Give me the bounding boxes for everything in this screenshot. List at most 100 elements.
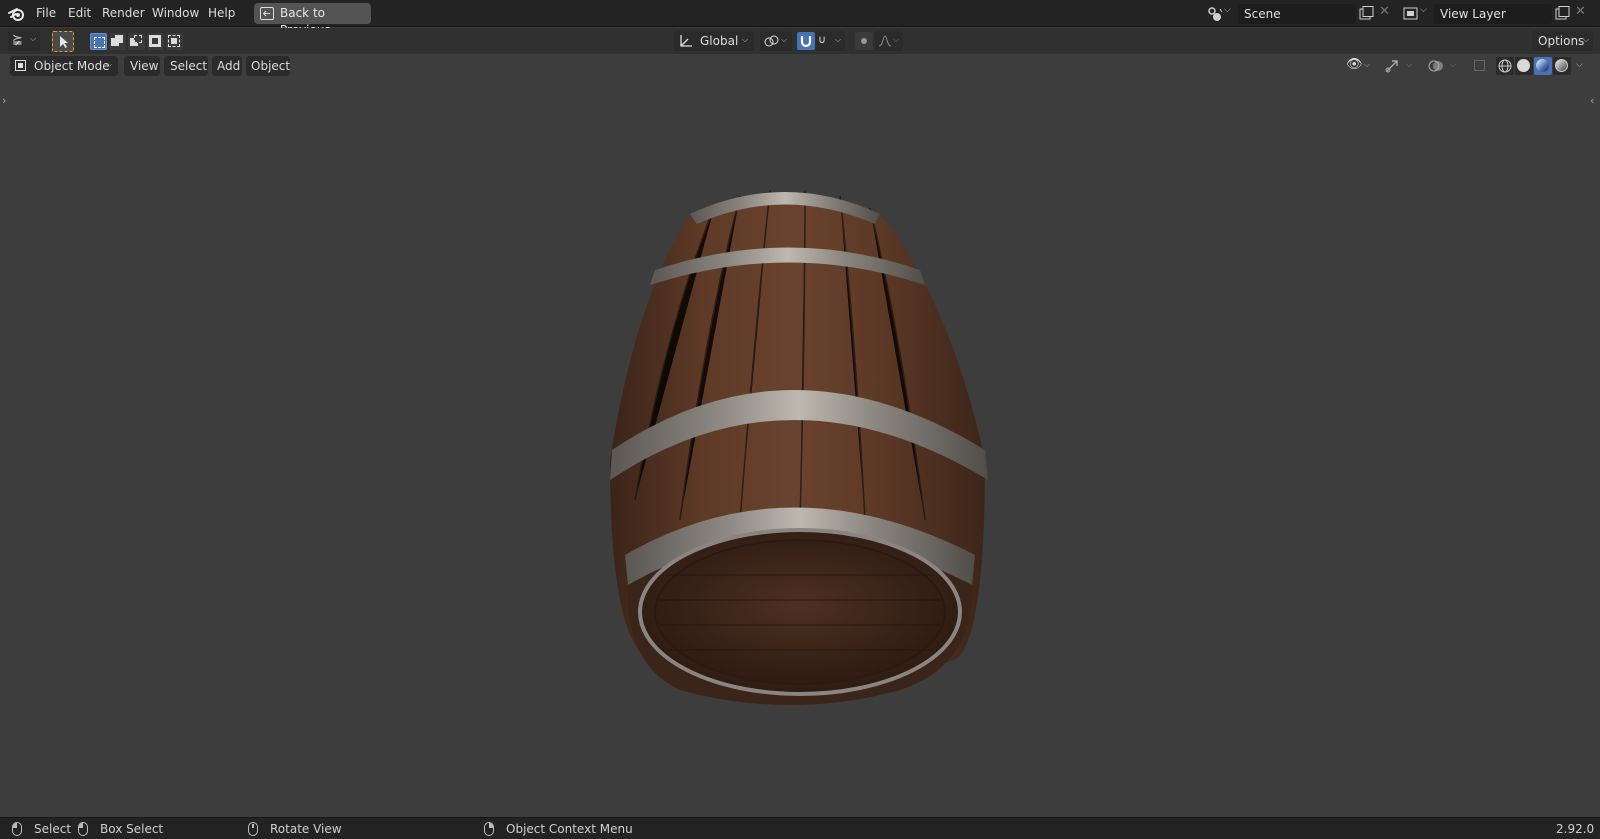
options-label: Options bbox=[1538, 34, 1585, 48]
status-context-menu: Object Context Menu bbox=[506, 822, 633, 836]
scene-icon[interactable] bbox=[1206, 5, 1224, 23]
select-new-icon bbox=[94, 37, 105, 48]
orientation-value: Global bbox=[700, 34, 739, 48]
version-label: 2.92.0 bbox=[1556, 822, 1595, 836]
view-layer-icon[interactable] bbox=[1402, 5, 1420, 23]
mouse-middle-icon bbox=[248, 822, 258, 836]
chevron-down-icon: ⌵ bbox=[1364, 60, 1371, 69]
rendered-sphere-icon bbox=[1555, 59, 1568, 72]
mouse-left-icon bbox=[12, 822, 22, 836]
chevron-down-icon: ⌵ bbox=[835, 35, 842, 44]
status-box-select: Box Select bbox=[100, 822, 164, 836]
cursor-arrow-icon bbox=[60, 36, 68, 48]
chevron-down-icon: ⌵ bbox=[1224, 5, 1231, 15]
mouse-drag-icon bbox=[78, 822, 88, 836]
menu-edit[interactable]: Edit bbox=[66, 5, 93, 22]
snap-target-dropdown[interactable]: ∪ ⌵ bbox=[815, 31, 845, 51]
chevron-down-icon: ⌵ bbox=[106, 60, 113, 69]
new-scene-icon[interactable] bbox=[1357, 5, 1375, 23]
snap-toggle-button[interactable] bbox=[797, 32, 815, 50]
object-mode-label: Object Mode bbox=[34, 59, 110, 73]
object-mode-icon bbox=[15, 60, 26, 71]
view-layer-name: View Layer bbox=[1440, 7, 1506, 21]
rendered-shading-button[interactable] bbox=[1553, 57, 1571, 75]
snap-icon bbox=[800, 36, 812, 48]
editor-type-icon: ⪶ bbox=[12, 32, 23, 47]
menu-render[interactable]: Render bbox=[100, 5, 147, 22]
add-menu-label: Add bbox=[217, 59, 241, 73]
status-bar: Select Box Select Rotate View Object Con… bbox=[0, 817, 1600, 839]
toolbar-toggle-arrow-icon[interactable]: › bbox=[2, 94, 6, 107]
object-menu[interactable]: Object bbox=[246, 56, 290, 76]
chevron-down-icon: ⌵ bbox=[30, 34, 37, 43]
proportional-editing-button[interactable] bbox=[855, 32, 873, 50]
pivot-point-dropdown[interactable]: ⌵ bbox=[760, 31, 792, 51]
scene-name: Scene bbox=[1244, 7, 1281, 21]
blender-logo-icon[interactable] bbox=[8, 5, 26, 22]
object-menu-label: Object bbox=[251, 59, 291, 73]
options-dropdown[interactable]: Options ⌵ bbox=[1532, 31, 1593, 51]
wireframe-sphere-icon bbox=[1498, 59, 1512, 73]
sidebar-toggle-arrow-icon[interactable]: ‹ bbox=[1590, 94, 1594, 107]
select-mode-subtract-button[interactable] bbox=[128, 33, 145, 50]
proportional-editing-icon bbox=[861, 38, 867, 44]
status-select: Select bbox=[34, 822, 72, 836]
select-menu-label: Select bbox=[170, 59, 208, 73]
barrel-model[interactable] bbox=[0, 54, 1600, 817]
transform-orientation-icon bbox=[680, 35, 692, 47]
gizmo-dropdown[interactable]: ⌵ bbox=[1382, 56, 1418, 76]
menu-help[interactable]: Help bbox=[206, 5, 237, 22]
status-rotate-view: Rotate View bbox=[270, 822, 342, 836]
scene-field[interactable]: Scene bbox=[1238, 4, 1356, 24]
chevron-down-icon: ⌵ bbox=[1450, 60, 1457, 69]
select-mode-extend-button[interactable] bbox=[109, 33, 126, 50]
solid-sphere-icon bbox=[1517, 59, 1530, 72]
new-view-layer-icon[interactable] bbox=[1553, 5, 1571, 23]
falloff-curve-icon bbox=[878, 35, 892, 47]
view-menu-label: View bbox=[130, 59, 159, 73]
proportional-falloff-dropdown[interactable]: ⌵ bbox=[875, 31, 903, 51]
material-preview-shading-button[interactable] bbox=[1534, 57, 1552, 75]
chevron-down-icon: ⌵ bbox=[1420, 5, 1427, 15]
delete-view-layer-icon[interactable]: ✕ bbox=[1575, 4, 1586, 19]
visibility-dropdown[interactable]: 👁 ⌵ bbox=[1344, 56, 1374, 76]
view-menu[interactable]: View bbox=[124, 56, 160, 76]
select-tool-button[interactable] bbox=[52, 31, 74, 52]
3d-viewport[interactable]: › ‹ bbox=[0, 54, 1600, 817]
overlays-dropdown[interactable]: ⌵ bbox=[1426, 56, 1462, 76]
select-mode-invert-button[interactable] bbox=[147, 33, 164, 50]
back-to-previous-icon bbox=[260, 7, 274, 20]
shading-options-chevron-down-icon[interactable]: ⌵ bbox=[1576, 60, 1583, 70]
material-sphere-icon bbox=[1536, 59, 1549, 72]
view-layer-field[interactable]: View Layer bbox=[1434, 4, 1552, 24]
editor-type-button[interactable]: ⪶ ⌵ bbox=[8, 31, 40, 51]
menu-file[interactable]: File bbox=[34, 5, 58, 22]
select-mode-intersect-button[interactable] bbox=[166, 33, 183, 50]
chevron-down-icon: ⌵ bbox=[742, 35, 749, 44]
select-mode-new-button[interactable] bbox=[90, 33, 107, 50]
viewport-header: Object Mode ⌵ View Select Add Object 👁 ⌵… bbox=[0, 54, 1600, 78]
gizmo-icon bbox=[1385, 60, 1398, 73]
menu-window[interactable]: Window bbox=[150, 5, 201, 22]
chevron-down-icon: ⌵ bbox=[893, 35, 900, 44]
transform-orientation-dropdown[interactable]: Global ⌵ bbox=[674, 31, 754, 51]
pivot-point-icon bbox=[764, 35, 779, 47]
chevron-down-icon: ⌵ bbox=[1406, 60, 1413, 69]
eye-icon: 👁 bbox=[1346, 57, 1363, 72]
xray-icon bbox=[1474, 60, 1485, 71]
top-bar: File Edit Render Window Help Back to Pre… bbox=[0, 0, 1600, 37]
back-to-previous-button[interactable]: Back to Previous bbox=[254, 3, 371, 37]
add-menu[interactable]: Add bbox=[212, 56, 242, 76]
mouse-right-icon bbox=[484, 822, 494, 836]
chevron-down-icon: ⌵ bbox=[1583, 35, 1590, 44]
delete-scene-icon[interactable]: ✕ bbox=[1379, 4, 1390, 19]
tool-settings-bar: ⪶ ⌵ Global ⌵ ⌵ ∪ ⌵ ⌵ Options ⌵ bbox=[0, 28, 1600, 54]
solid-shading-button[interactable] bbox=[1515, 57, 1533, 75]
chevron-down-icon: ⌵ bbox=[781, 35, 788, 44]
overlays-icon bbox=[1428, 60, 1443, 72]
select-menu[interactable]: Select bbox=[164, 56, 208, 76]
snap-increment-icon: ∪ bbox=[818, 33, 827, 46]
wireframe-shading-button[interactable] bbox=[1496, 57, 1514, 75]
xray-toggle-button[interactable] bbox=[1472, 58, 1488, 74]
object-mode-dropdown[interactable]: Object Mode ⌵ bbox=[10, 56, 118, 76]
